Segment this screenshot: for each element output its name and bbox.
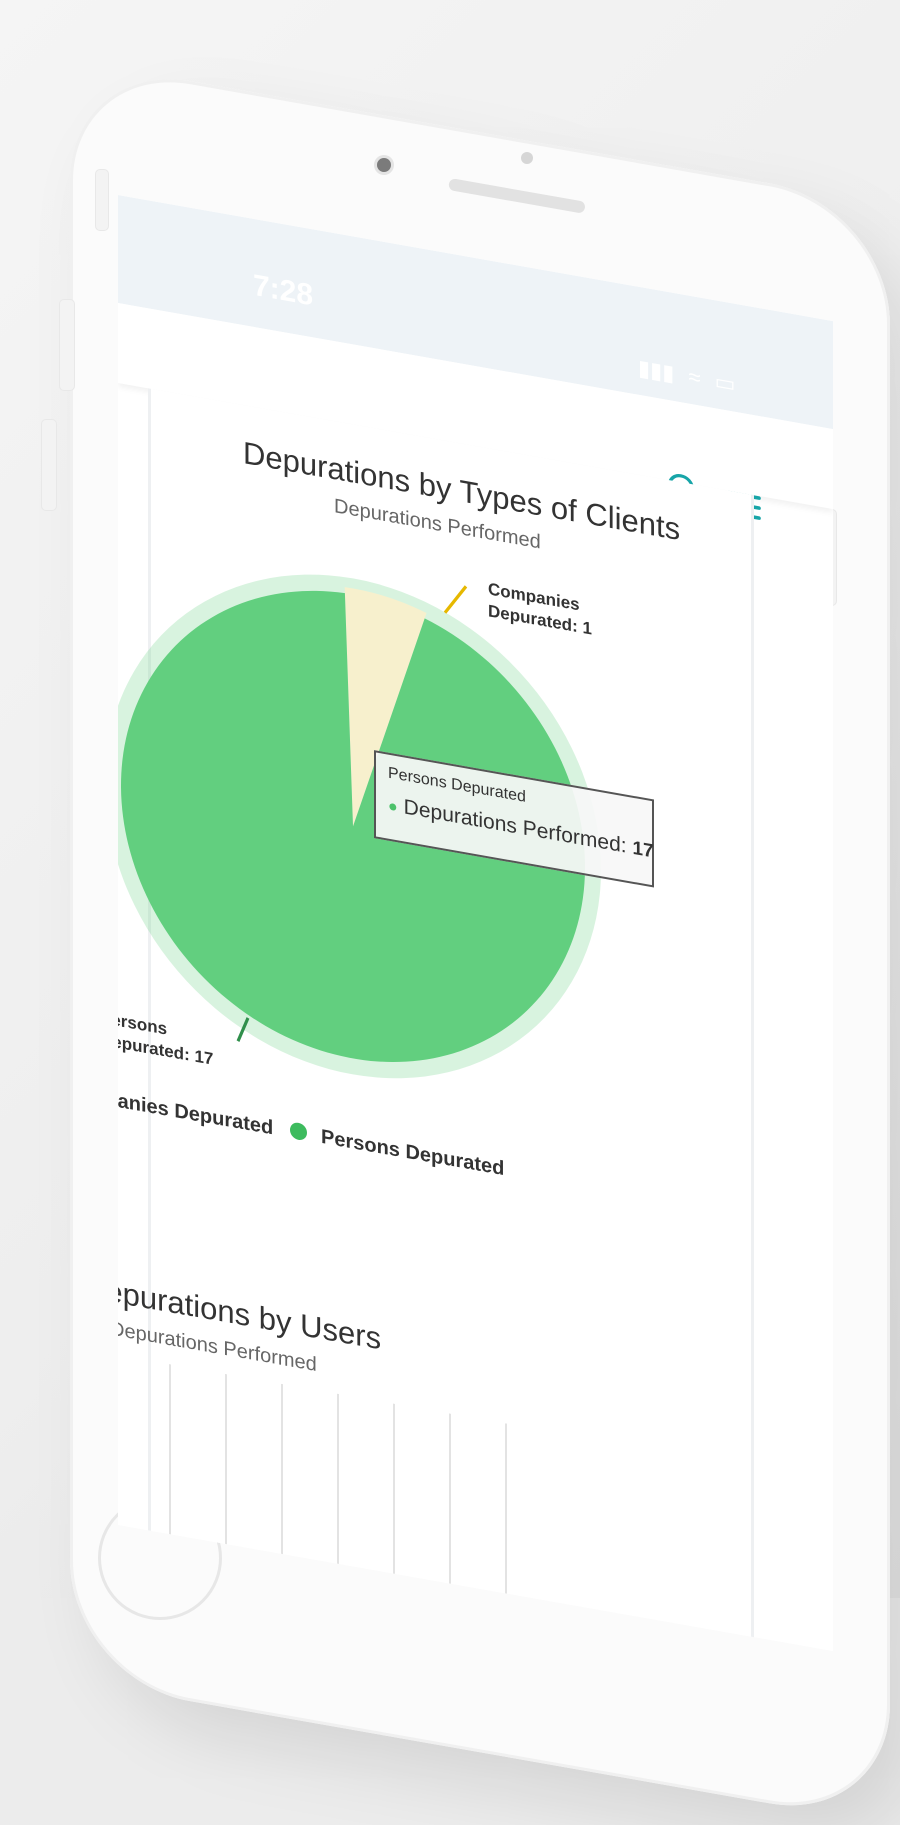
phone-side-button <box>60 300 74 390</box>
legend-marker <box>290 1121 307 1142</box>
phone-side-button <box>96 170 108 230</box>
phone-screen: 7:28 ▮▮▮ ≈ ▭ Depurations by Types of Cli… <box>118 195 833 1652</box>
tooltip-series-dot: ● <box>388 797 398 817</box>
phone-mockup: 7:28 ▮▮▮ ≈ ▭ Depurations by Types of Cli… <box>0 0 900 1825</box>
proximity-sensor <box>521 152 533 164</box>
tooltip-value: 17 <box>632 837 654 863</box>
front-camera <box>377 158 391 172</box>
data-label-connector <box>443 585 468 614</box>
phone-side-button <box>42 420 56 510</box>
